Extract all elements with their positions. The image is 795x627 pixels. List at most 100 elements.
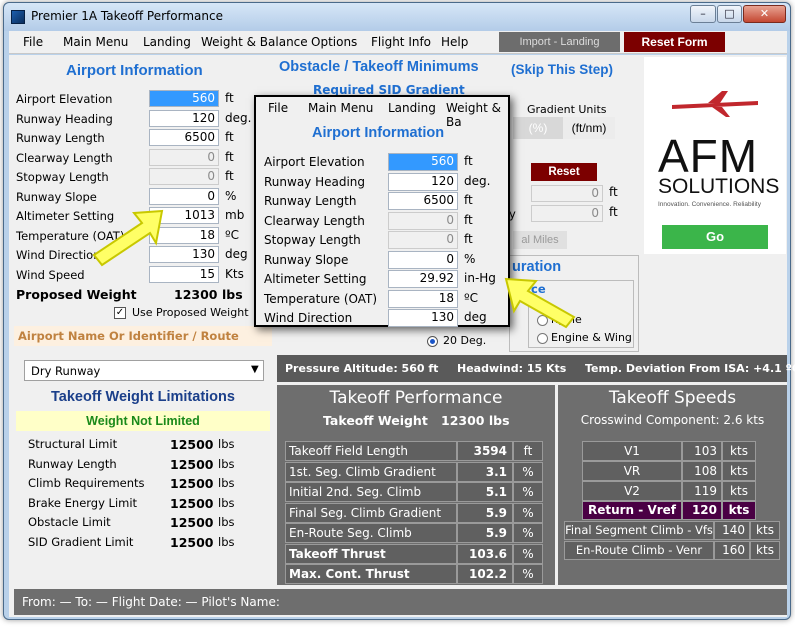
takeoff-weight-value: 12300 lbs <box>441 413 510 428</box>
zoom-menu-bar: File Main Menu Landing Weight & Ba <box>256 97 508 129</box>
airport-field-input[interactable]: 0 <box>149 168 219 185</box>
takeoff-performance-panel: Takeoff Performance Takeoff Weight 12300… <box>277 385 555 585</box>
close-button[interactable]: ✕ <box>743 5 786 23</box>
vfs-value: 140 <box>714 521 750 540</box>
zoom-field-input: 130 <box>388 309 458 327</box>
obstacle-title: Obstacle / Takeoff Minimums <box>279 59 479 75</box>
zoom-field-label: Airport Elevation <box>264 155 365 169</box>
menu-help[interactable]: Help <box>441 35 468 49</box>
performance-label: 1st. Seg. Climb Gradient <box>285 461 457 482</box>
zoom-airport-title: Airport Information <box>312 125 445 141</box>
menu-file[interactable]: File <box>23 35 43 49</box>
limit-value: 12500 <box>170 495 214 511</box>
airport-field-label: Airport Elevation <box>16 92 113 106</box>
obstacle-unit-1: ft <box>609 185 618 199</box>
performance-unit: % <box>513 564 543 584</box>
airport-name-placeholder: Airport Name Or Identifier / Route <box>18 329 239 343</box>
takeoff-weight-label: Takeoff Weight <box>323 413 428 428</box>
limit-value: 12500 <box>170 476 214 491</box>
airport-name-field[interactable]: Airport Name Or Identifier / Route <box>14 326 272 346</box>
reset-form-button[interactable]: Reset Form <box>624 32 725 52</box>
speed-label: VR <box>582 461 682 481</box>
limit-unit: lbs <box>218 437 235 451</box>
airport-field-input[interactable]: 560 <box>149 90 219 107</box>
vfs-label: Final Segment Climb - Vfs <box>564 521 714 540</box>
airport-field-input[interactable]: 120 <box>149 109 219 127</box>
zoom-field-label: Temperature (OAT) <box>264 291 378 306</box>
airport-field-unit: ft <box>225 91 234 105</box>
unit-ftnm-button[interactable]: (ft/nm) <box>563 117 615 139</box>
zoom-menu-main-menu: Main Menu <box>308 101 374 115</box>
zoom-field-label: Runway Length <box>264 194 357 208</box>
performance-unit: % <box>513 502 543 523</box>
airport-field-label: Stopway Length <box>16 170 109 184</box>
airport-field-label: Runway Length <box>16 131 105 145</box>
airport-field-unit: ft <box>225 130 234 144</box>
obstacle-input-1[interactable]: 0 <box>531 185 603 202</box>
unit-percent-button[interactable]: (%) <box>513 117 563 139</box>
menu-weight-balance[interactable]: Weight & Balance <box>201 35 308 49</box>
airport-field-unit: deg <box>225 247 248 261</box>
menu-main-menu[interactable]: Main Menu <box>63 35 128 49</box>
airport-field-unit: Kts <box>225 266 244 281</box>
menu-landing[interactable]: Landing <box>143 35 191 49</box>
flaps-20-radio[interactable] <box>427 336 438 347</box>
performance-value: 5.1 <box>457 482 513 502</box>
airport-field-unit: ft <box>225 169 234 183</box>
zoom-field-label: Runway Slope <box>264 252 349 267</box>
limitations-title: Takeoff Weight Limitations <box>51 389 235 405</box>
performance-label: Takeoff Field Length <box>285 441 457 461</box>
vfs-unit: kts <box>750 521 780 540</box>
airport-field-label: Wind Speed <box>16 267 85 282</box>
speed-unit: kts <box>722 481 756 501</box>
nautical-miles-button[interactable]: al Miles <box>513 231 567 249</box>
speeds-title: Takeoff Speeds <box>608 388 737 408</box>
limit-value: 12500 <box>170 534 214 550</box>
performance-label: Initial 2nd. Seg. Climb Gradient <box>285 482 457 517</box>
logo-panel: AFM SOLUTIONS Innovation. Convenience. R… <box>644 57 786 254</box>
speed-value: 103 <box>682 441 722 461</box>
runway-condition-select[interactable]: Dry Runway ▼ <box>24 360 264 381</box>
menu-flight-info[interactable]: Flight Info <box>371 35 431 49</box>
airport-field-unit: ºC <box>225 227 240 242</box>
gradient-units-label: Gradient Units <box>527 103 607 116</box>
skip-step-link[interactable]: (Skip This Step) <box>511 62 613 77</box>
zoom-field-label: Wind Direction <box>264 311 353 325</box>
go-button[interactable]: Go <box>662 225 768 249</box>
title-bar: Premier 1A Takeoff Performance – □ ✕ <box>4 3 790 31</box>
obstacle-reset-button[interactable]: Reset <box>531 163 597 181</box>
performance-label: Max. Cont. Thrust <box>285 564 457 584</box>
vref-value: 120 <box>682 501 722 520</box>
airport-field-input[interactable]: 6500 <box>149 129 219 146</box>
zoom-field-input: 6500 <box>388 192 458 210</box>
zoom-field-unit: % <box>464 251 476 266</box>
use-proposed-checkbox[interactable]: ✓ <box>114 307 126 319</box>
airport-field-input[interactable]: 0 <box>149 148 219 166</box>
limit-label: Climb Requirements <box>28 476 145 490</box>
zoom-field-unit: deg <box>464 310 487 324</box>
speed-value: 119 <box>682 481 722 501</box>
engine-wing-radio[interactable] <box>537 333 548 344</box>
speed-value: 108 <box>682 461 722 481</box>
minimize-button[interactable]: – <box>690 5 716 23</box>
performance-label: Final Seg. Climb Gradient <box>285 502 457 523</box>
pointer-arrow-icon <box>92 209 164 267</box>
zoom-field-unit: in-Hg <box>464 271 496 285</box>
airplane-logo-icon <box>672 91 758 117</box>
app-window: Premier 1A Takeoff Performance – □ ✕ Fil… <box>3 2 795 620</box>
pointer-arrow-icon <box>504 277 576 329</box>
airport-field-unit: mb <box>225 208 245 222</box>
airport-field-unit: ft <box>225 149 234 164</box>
app-icon <box>11 10 25 24</box>
menu-options[interactable]: Options <box>311 35 357 49</box>
use-proposed-label: Use Proposed Weight <box>132 306 249 319</box>
airport-title: Airport Information <box>66 62 203 79</box>
proposed-weight-unit: lbs <box>222 287 243 302</box>
limit-unit: lbs <box>218 495 235 510</box>
performance-title: Takeoff Performance <box>329 388 503 408</box>
menu-bar: File Main Menu Landing Weight & Balance … <box>9 31 787 54</box>
obstacle-input-2[interactable]: 0 <box>531 205 603 222</box>
performance-unit: % <box>513 523 543 543</box>
maximize-button[interactable]: □ <box>717 5 742 23</box>
import-landing-button[interactable]: Import - Landing <box>499 32 620 52</box>
